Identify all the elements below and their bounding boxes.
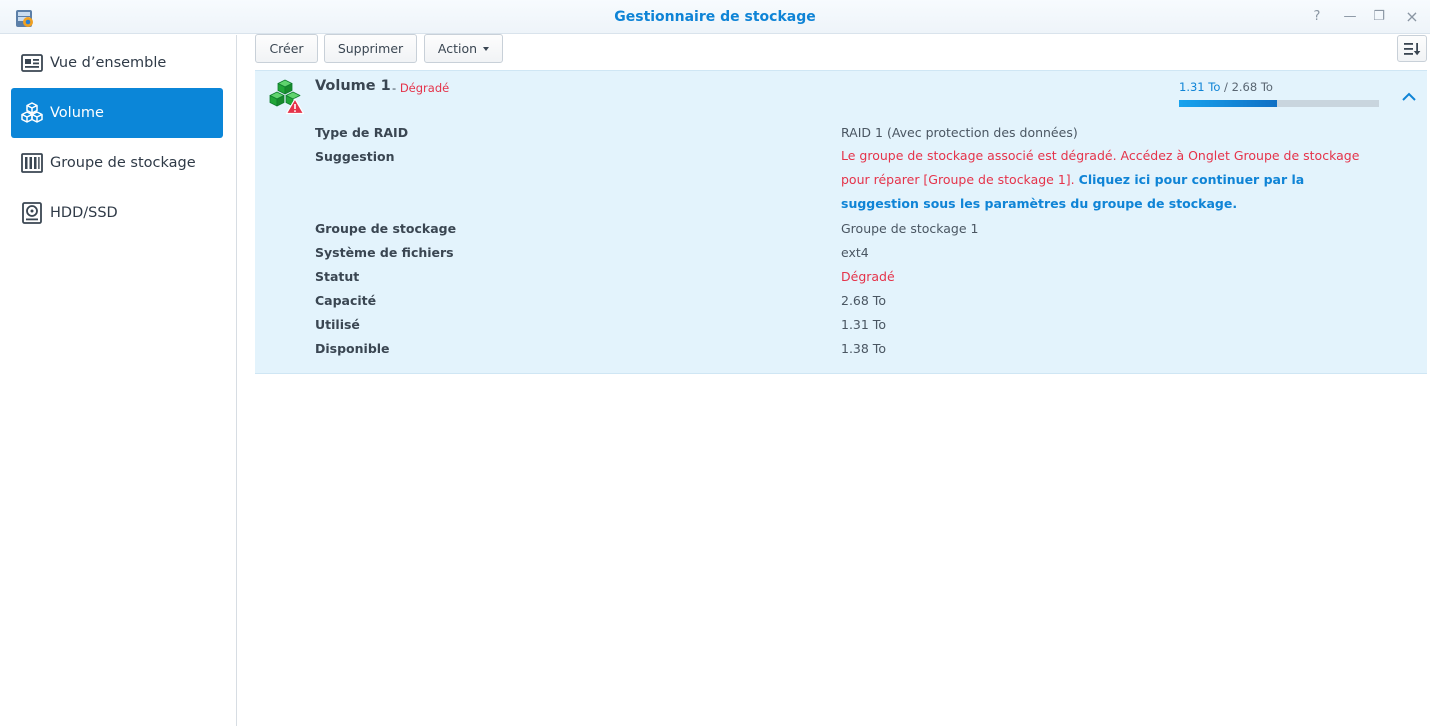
sidebar-item-label: HDD/SSD: [50, 205, 118, 221]
window-title: Gestionnaire de stockage: [614, 9, 816, 25]
available-label: Disponible: [315, 341, 390, 356]
delete-button-label: Supprimer: [337, 41, 404, 56]
sidebar-item-label: Groupe de stockage: [50, 155, 196, 171]
sidebar-item-overview[interactable]: Vue d’ensemble: [11, 38, 223, 88]
overview-icon: [20, 51, 44, 75]
raid-type-label: Type de RAID: [315, 125, 409, 140]
sort-button[interactable]: [1397, 35, 1427, 62]
raid-type-value: RAID 1 (Avec protection des données): [841, 125, 1078, 140]
restore-icon[interactable]: ❐: [1370, 8, 1388, 26]
used-label: Utilisé: [315, 317, 360, 332]
create-button-label: Créer: [269, 41, 304, 56]
status-value: Dégradé: [841, 269, 895, 284]
help-icon[interactable]: ?: [1308, 8, 1326, 26]
capacity-value: 2.68 To: [841, 293, 886, 308]
minimize-icon[interactable]: —: [1341, 8, 1359, 26]
storage-pool-label: Groupe de stockage: [315, 221, 457, 236]
suggestion-label: Suggestion: [315, 149, 395, 164]
storage-pool-value: Groupe de stockage 1: [841, 221, 979, 236]
action-button-label: Action: [437, 41, 478, 56]
action-dropdown-button[interactable]: Action: [424, 34, 503, 63]
volume-name: Volume 1: [315, 78, 391, 94]
sort-icon: [1404, 42, 1421, 55]
suggestion-value: Le groupe de stockage associé est dégrad…: [841, 144, 1386, 216]
available-value: 1.38 To: [841, 341, 886, 356]
create-button[interactable]: Créer: [255, 34, 318, 63]
volume-icon: [20, 101, 44, 125]
volume-degraded-icon: [269, 79, 305, 115]
capacity-label: Capacité: [315, 293, 377, 308]
usage-progress-bar: [1179, 100, 1379, 107]
filesystem-value: ext4: [841, 245, 869, 260]
used-space: 1.31 To: [1179, 80, 1221, 94]
title-bar: Gestionnaire de stockage ? — ❐ ×: [0, 0, 1430, 34]
volume-status-badge: - Dégradé: [392, 81, 450, 95]
status-label: Statut: [315, 269, 360, 284]
volume-status-text: Dégradé: [399, 81, 450, 95]
storage-pool-icon: [20, 151, 44, 175]
filesystem-label: Système de fichiers: [315, 245, 454, 260]
hdd-icon: [20, 201, 44, 225]
sidebar-item-hdd-ssd[interactable]: HDD/SSD: [11, 188, 223, 238]
sidebar: Vue d’ensemble Volume Groupe de stockage…: [0, 35, 237, 726]
total-space: 2.68 To: [1231, 80, 1273, 94]
volume-card[interactable]: Volume 1 - Dégradé 1.31 To / 2.68 To Typ…: [255, 70, 1427, 374]
sidebar-item-volume[interactable]: Volume: [11, 88, 223, 138]
storage-manager-window: Gestionnaire de stockage ? — ❐ × Vue d’e…: [0, 0, 1430, 726]
used-value: 1.31 To: [841, 317, 886, 332]
sidebar-item-label: Volume: [50, 105, 104, 121]
sidebar-item-storage-pool[interactable]: Groupe de stockage: [11, 138, 223, 188]
usage-progress-fill: [1179, 100, 1277, 107]
volume-usage-text: 1.31 To / 2.68 To: [1179, 80, 1273, 94]
close-icon[interactable]: ×: [1403, 8, 1421, 26]
caret-down-icon: [483, 46, 490, 51]
delete-button[interactable]: Supprimer: [324, 34, 417, 63]
sidebar-item-label: Vue d’ensemble: [50, 55, 167, 71]
collapse-chevron-icon[interactable]: [1399, 89, 1419, 105]
